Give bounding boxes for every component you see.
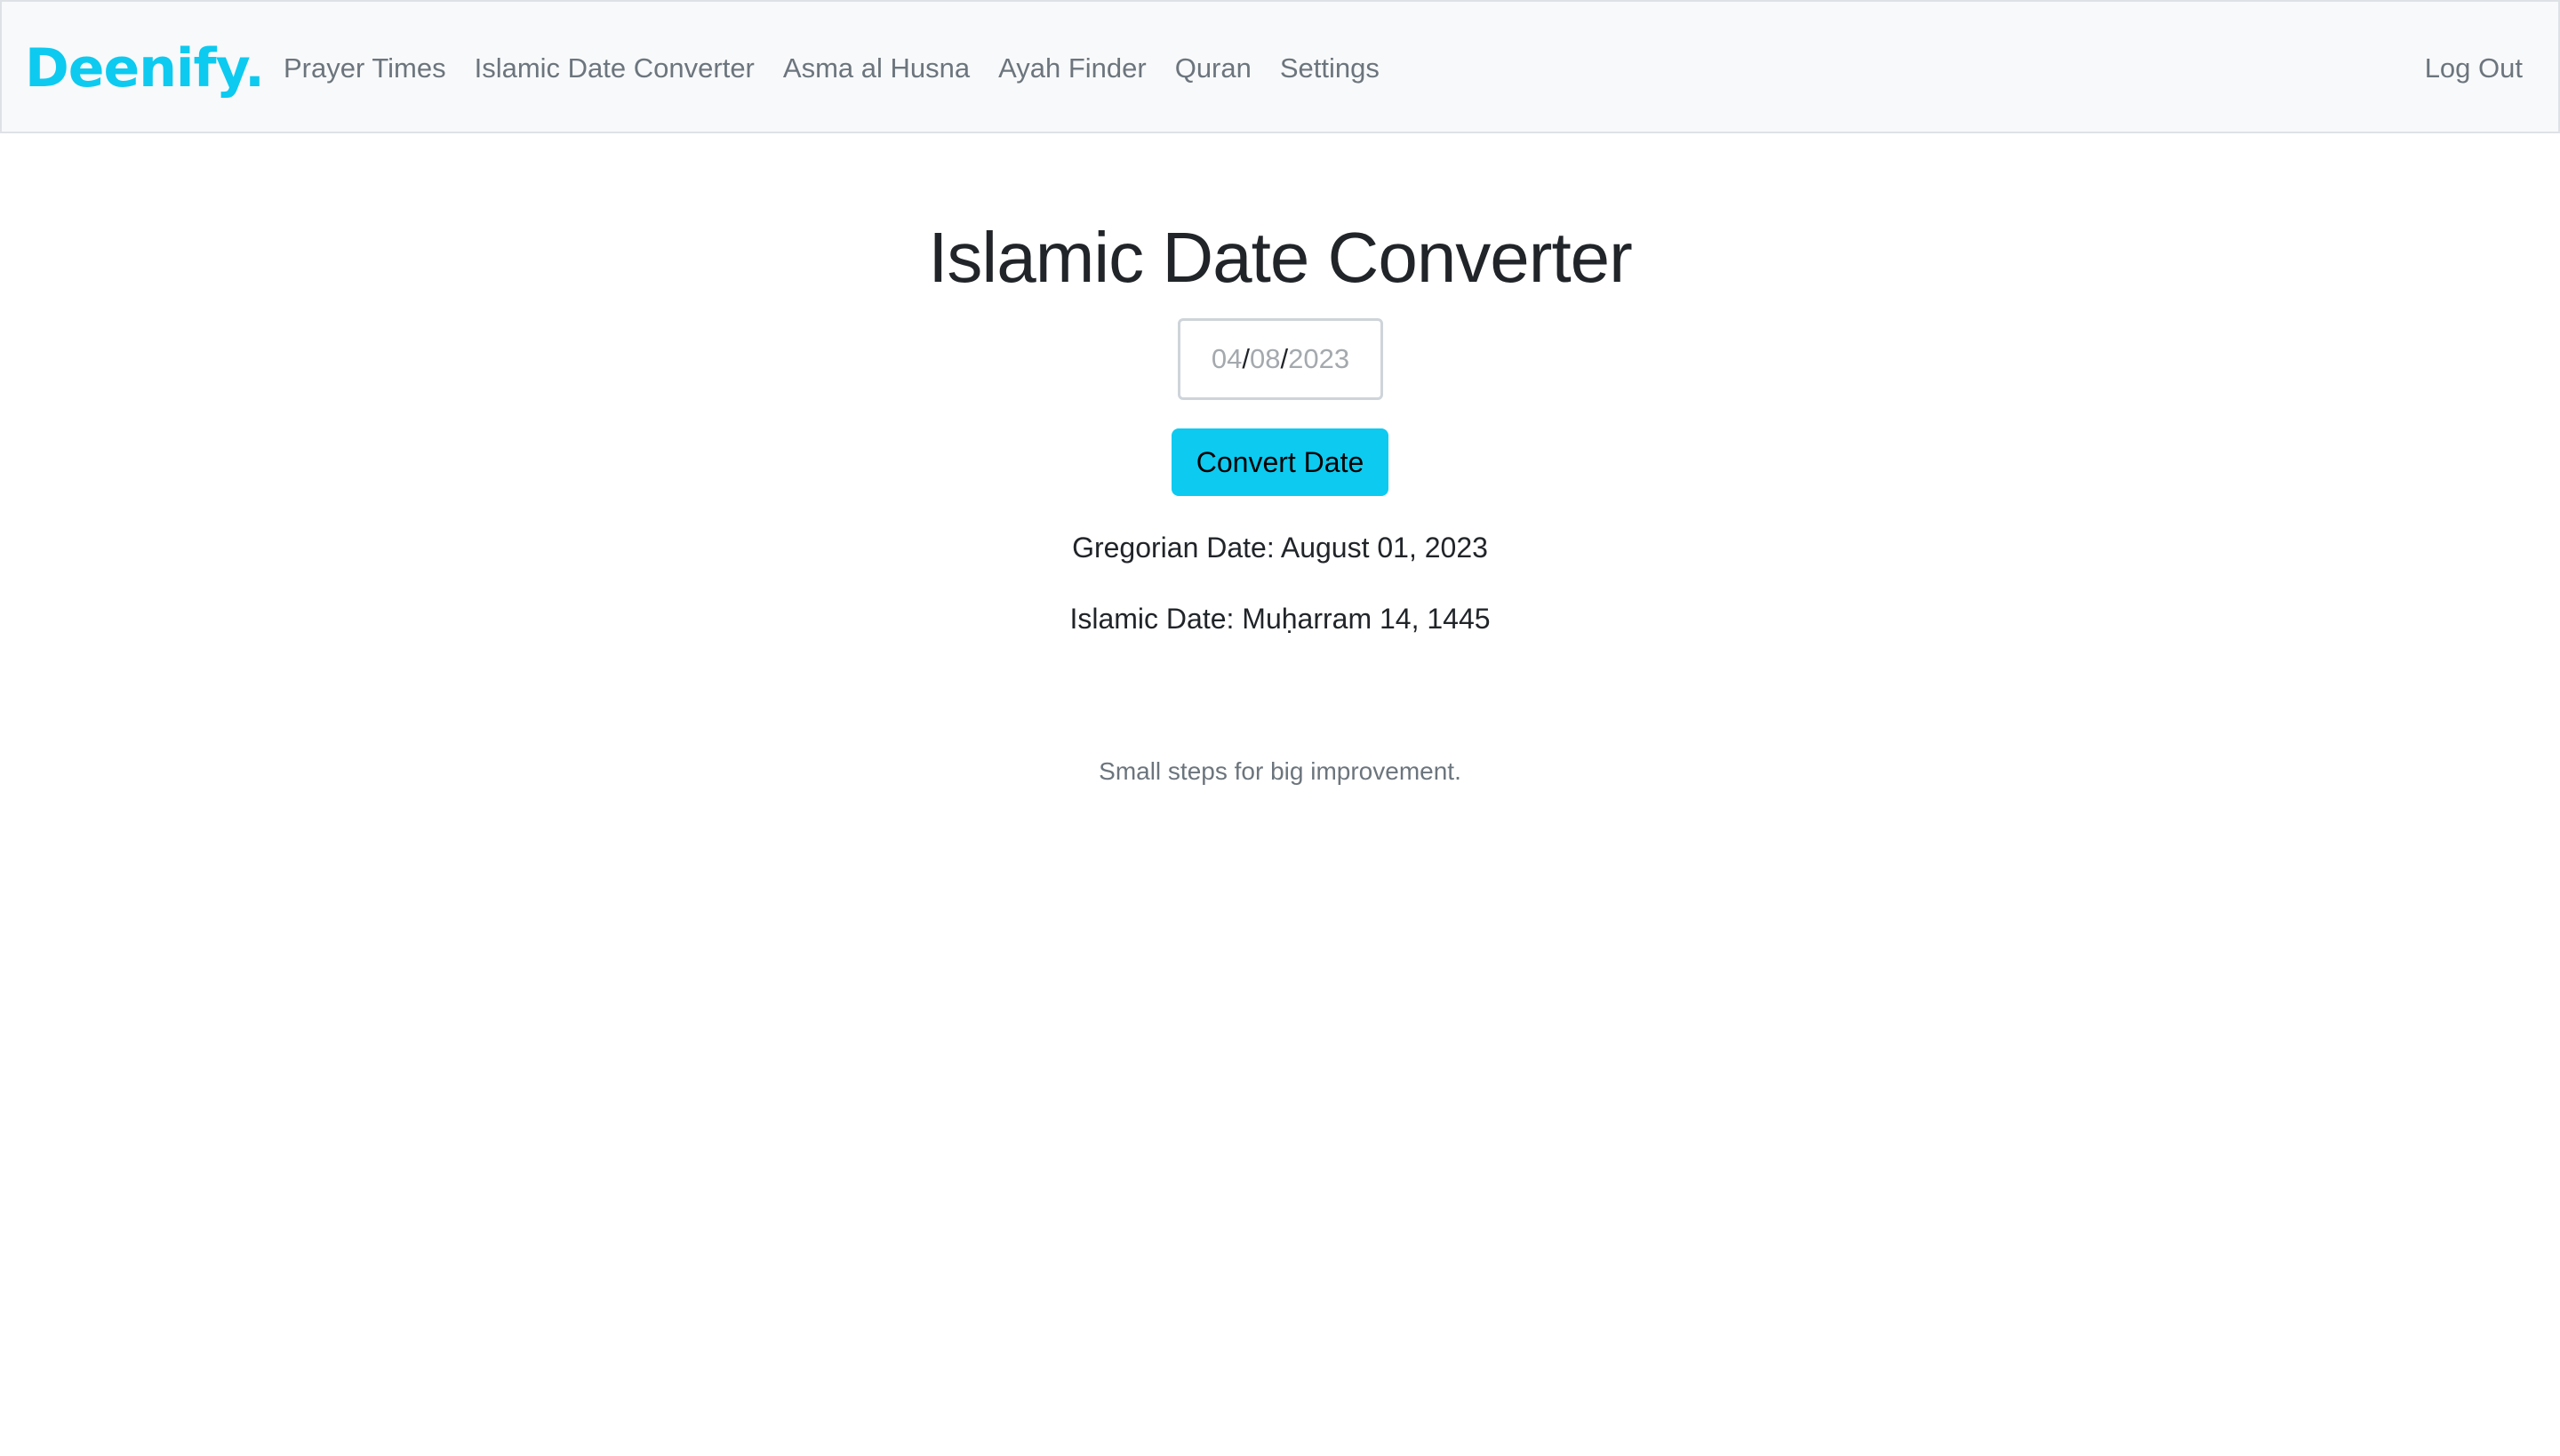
top-navbar: Deenify. Prayer Times Islamic Date Conve… — [0, 0, 2560, 133]
logout-link[interactable]: Log Out — [2425, 2, 2523, 135]
nav-link-asma-al-husna[interactable]: Asma al Husna — [783, 52, 970, 84]
date-separator: / — [1280, 343, 1289, 374]
gregorian-date-result: Gregorian Date: August 01, 2023 — [1072, 532, 1488, 564]
nav-link-prayer-times[interactable]: Prayer Times — [284, 52, 446, 84]
nav-link-settings[interactable]: Settings — [1280, 52, 1380, 84]
date-month-segment[interactable]: 08 — [1250, 343, 1280, 375]
date-day-segment[interactable]: 04 — [1212, 343, 1242, 375]
date-input[interactable]: 04/08/2023 — [1178, 318, 1383, 400]
convert-date-button[interactable]: Convert Date — [1172, 428, 1388, 496]
nav-link-ayah-finder[interactable]: Ayah Finder — [998, 52, 1147, 84]
tagline: Small steps for big improvement. — [1099, 757, 1461, 785]
date-separator: / — [1242, 343, 1251, 374]
nav-link-islamic-date-converter[interactable]: Islamic Date Converter — [475, 52, 755, 84]
date-year-segment[interactable]: 2023 — [1288, 343, 1349, 375]
nav-links: Prayer Times Islamic Date Converter Asma… — [284, 2, 1408, 135]
islamic-date-result: Islamic Date: Muḥarram 14, 1445 — [1069, 603, 1491, 635]
nav-link-quran[interactable]: Quran — [1175, 52, 1252, 84]
page-title: Islamic Date Converter — [928, 218, 1633, 297]
brand-logo[interactable]: Deenify. — [25, 36, 265, 101]
